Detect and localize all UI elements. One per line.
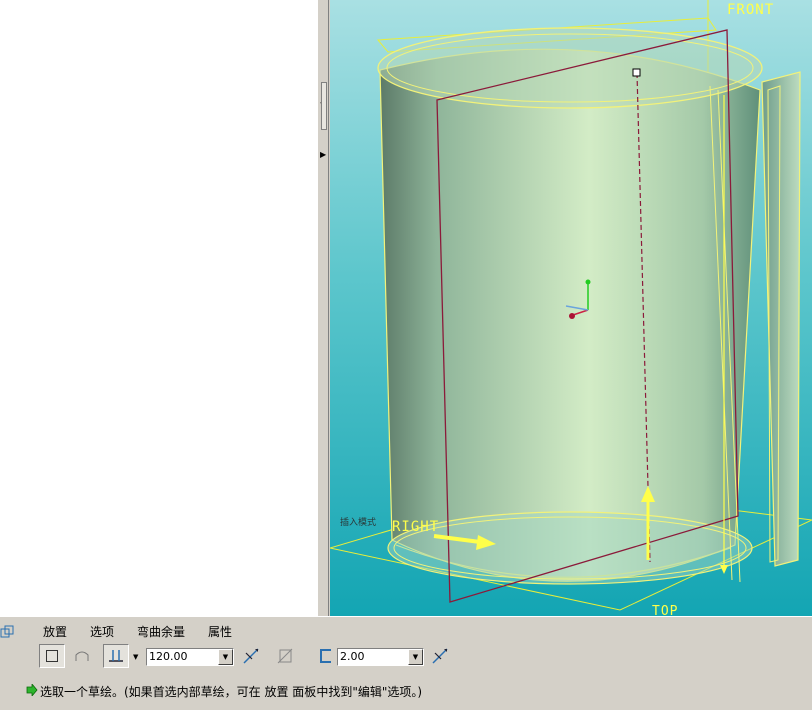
splitter-handle[interactable] <box>321 82 327 130</box>
tab-options[interactable]: 选项 <box>88 623 116 640</box>
depth-options-chevron-icon[interactable]: ▼ <box>133 653 138 661</box>
triad-y-dot <box>585 279 591 285</box>
window-restore-icon[interactable] <box>0 625 14 639</box>
feature-dashboard: 放置 选项 弯曲余量 属性 ▼ 120.00 ▼ 2.00 ▼ 选取一个草绘。(… <box>0 616 812 710</box>
depth-icon <box>109 650 123 662</box>
triad-x-dot <box>569 313 575 319</box>
graphics-viewport[interactable]: FRONT RIGHT TOP 插入模式 <box>330 0 812 616</box>
thicken-side-button[interactable] <box>272 644 298 668</box>
model-tree-panel[interactable] <box>0 0 318 616</box>
datum-front-label: FRONT <box>727 2 775 18</box>
thicken-side-icon <box>277 648 293 664</box>
cylinder-base <box>387 511 753 585</box>
datum-top-label: TOP <box>652 604 679 616</box>
slit-strip <box>761 71 801 567</box>
bend-radius-button[interactable] <box>312 644 338 668</box>
drag-handle[interactable] <box>632 68 641 77</box>
status-arrow-icon <box>26 684 38 696</box>
surface-type-button[interactable] <box>69 644 95 668</box>
bend-radius-dropdown-icon[interactable]: ▼ <box>408 649 423 665</box>
extrude-depth-button[interactable] <box>103 644 129 668</box>
flip-thickness-icon <box>432 648 448 664</box>
flip-direction-button[interactable] <box>238 644 264 668</box>
curve-surface-icon <box>75 651 89 661</box>
mode-tag: 插入模式 <box>340 518 377 528</box>
square-icon <box>46 650 58 662</box>
angle-dropdown-icon[interactable]: ▼ <box>218 649 233 665</box>
bend-radius-icon <box>320 649 331 663</box>
bend-radius-combo[interactable]: 2.00 ▼ <box>337 648 424 666</box>
bend-radius-value: 2.00 <box>340 650 365 663</box>
flip-thickness-button[interactable] <box>427 644 453 668</box>
angle-value-combo[interactable]: 120.00 ▼ <box>146 648 234 666</box>
status-message: 选取一个草绘。(如果首选内部草绘，可在 放置 面板中找到"编辑"选项。) <box>40 685 423 699</box>
datum-right-label: RIGHT <box>392 519 440 535</box>
direction-arrow-head <box>720 565 728 574</box>
tab-properties[interactable]: 属性 <box>206 623 234 640</box>
solid-type-button[interactable] <box>39 644 65 668</box>
panel-splitter[interactable]: ◀ ▶ <box>317 0 329 616</box>
tab-bend-allowance[interactable]: 弯曲余量 <box>135 623 187 640</box>
angle-value: 120.00 <box>149 650 188 663</box>
flip-direction-icon <box>243 648 259 664</box>
expand-right-icon[interactable]: ▶ <box>320 150 326 159</box>
tab-placement[interactable]: 放置 <box>41 623 69 640</box>
